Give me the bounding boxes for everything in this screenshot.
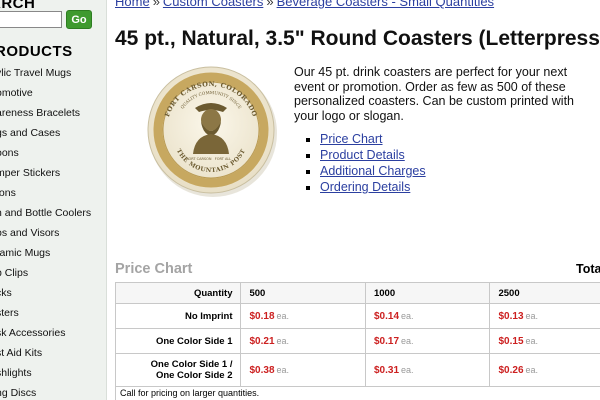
ordering-details-link[interactable]: Ordering Details	[320, 180, 410, 194]
product-category-link[interactable]: sters	[0, 303, 91, 323]
product-category-link[interactable]: ng Discs	[0, 383, 91, 400]
price-cell: $0.15 ea.	[489, 328, 600, 354]
price-cell: $0.18 ea.	[240, 303, 366, 329]
product-category-link[interactable]: omotive	[0, 83, 91, 103]
row-label: One Color Side 1	[114, 328, 242, 354]
price-chart-link[interactable]: Price Chart	[320, 132, 383, 146]
go-button[interactable]: Go	[66, 10, 92, 29]
price-cell: $0.21 ea.	[240, 328, 366, 354]
additional-charges-link[interactable]: Additional Charges	[320, 164, 426, 178]
sidebar: ARCH Go RODUCTS ylic Travel Mugs omotive…	[0, 0, 107, 400]
coaster-small-right-text: FORT ALL	[215, 157, 232, 161]
price-cell: $0.13 ea.	[489, 303, 600, 329]
price-cell: $0.31 ea.	[364, 353, 491, 387]
section-links: Price Chart Product Details Additional C…	[306, 131, 426, 195]
breadcrumb-separator: »	[266, 0, 274, 9]
product-category-link[interactable]: st Aid Kits	[0, 343, 91, 363]
coaster-small-left-text: FORT CARSON	[186, 157, 211, 161]
product-category-link[interactable]: areness Bracelets	[0, 103, 91, 123]
quantity-column-header: 500	[240, 282, 366, 304]
product-image: FORT CARSON, COLORADO QUALITY COMMUNITY …	[147, 66, 277, 197]
row-label: One Color Side 1 /One Color Side 2	[114, 353, 242, 387]
product-details-link[interactable]: Product Details	[320, 148, 405, 162]
breadcrumb-separator: »	[152, 0, 160, 9]
product-category-link[interactable]: tons	[0, 183, 91, 203]
page-title: 45 pt., Natural, 3.5" Round Coasters (Le…	[115, 27, 600, 50]
product-category-link[interactable]: cks	[0, 283, 91, 303]
product-category-link[interactable]: gs and Cases	[0, 123, 91, 143]
table-note: Call for pricing on larger quantities.	[115, 386, 600, 400]
breadcrumb-home-link[interactable]: Home	[115, 0, 150, 9]
products-heading: RODUCTS	[0, 43, 73, 60]
quantity-header: Quantity	[114, 282, 242, 304]
total-label: Tota	[576, 262, 600, 276]
price-cell: $0.14 ea.	[364, 303, 491, 329]
product-category-link[interactable]: shlights	[0, 363, 91, 383]
table-row: No Imprint $0.18 ea. $0.14 ea. $0.13 ea.	[114, 303, 600, 329]
row-label: No Imprint	[114, 303, 242, 329]
product-category-link[interactable]: ylic Travel Mugs	[0, 63, 91, 83]
breadcrumb-coasters-link[interactable]: Custom Coasters	[163, 0, 263, 9]
price-cell: $0.17 ea.	[364, 328, 491, 354]
product-category-link[interactable]: p Clips	[0, 263, 91, 283]
section-link-item: Ordering Details	[320, 179, 426, 195]
price-cell: $0.26 ea.	[489, 353, 600, 387]
breadcrumb: Home» Custom Coasters» Beverage Coasters -…	[115, 0, 494, 9]
product-category-link[interactable]: mper Stickers	[0, 163, 91, 183]
product-category-link[interactable]: os and Visors	[0, 223, 91, 243]
price-table: Quantity 500 1000 2500 No Imprint $0.18 e…	[114, 282, 600, 387]
product-category-link[interactable]: oons	[0, 143, 91, 163]
product-description: Our 45 pt. drink coasters are perfect fo…	[294, 65, 575, 123]
search-input[interactable]	[0, 11, 62, 28]
product-category-link[interactable]: sk Accessories	[0, 323, 91, 343]
product-category-link[interactable]: ramic Mugs	[0, 243, 91, 263]
quantity-column-header: 1000	[364, 282, 491, 304]
table-row: One Color Side 1 /One Color Side 2 $0.38…	[114, 353, 600, 387]
quantity-column-header: 2500	[489, 282, 600, 304]
section-link-item: Additional Charges	[320, 163, 426, 179]
price-cell: $0.38 ea.	[240, 353, 366, 387]
table-row: One Color Side 1 $0.21 ea. $0.17 ea. $0.15…	[114, 328, 600, 354]
price-chart-heading: Price Chart	[115, 261, 193, 277]
product-category-list: ylic Travel Mugs omotive areness Bracele…	[0, 63, 91, 400]
section-link-item: Product Details	[320, 147, 426, 163]
table-header-row: Quantity 500 1000 2500	[114, 282, 600, 304]
product-category-link[interactable]: n and Bottle Coolers	[0, 203, 91, 223]
breadcrumb-beverage-coasters-link[interactable]: Beverage Coasters - Small Quantities	[277, 0, 494, 9]
section-link-item: Price Chart	[320, 131, 426, 147]
